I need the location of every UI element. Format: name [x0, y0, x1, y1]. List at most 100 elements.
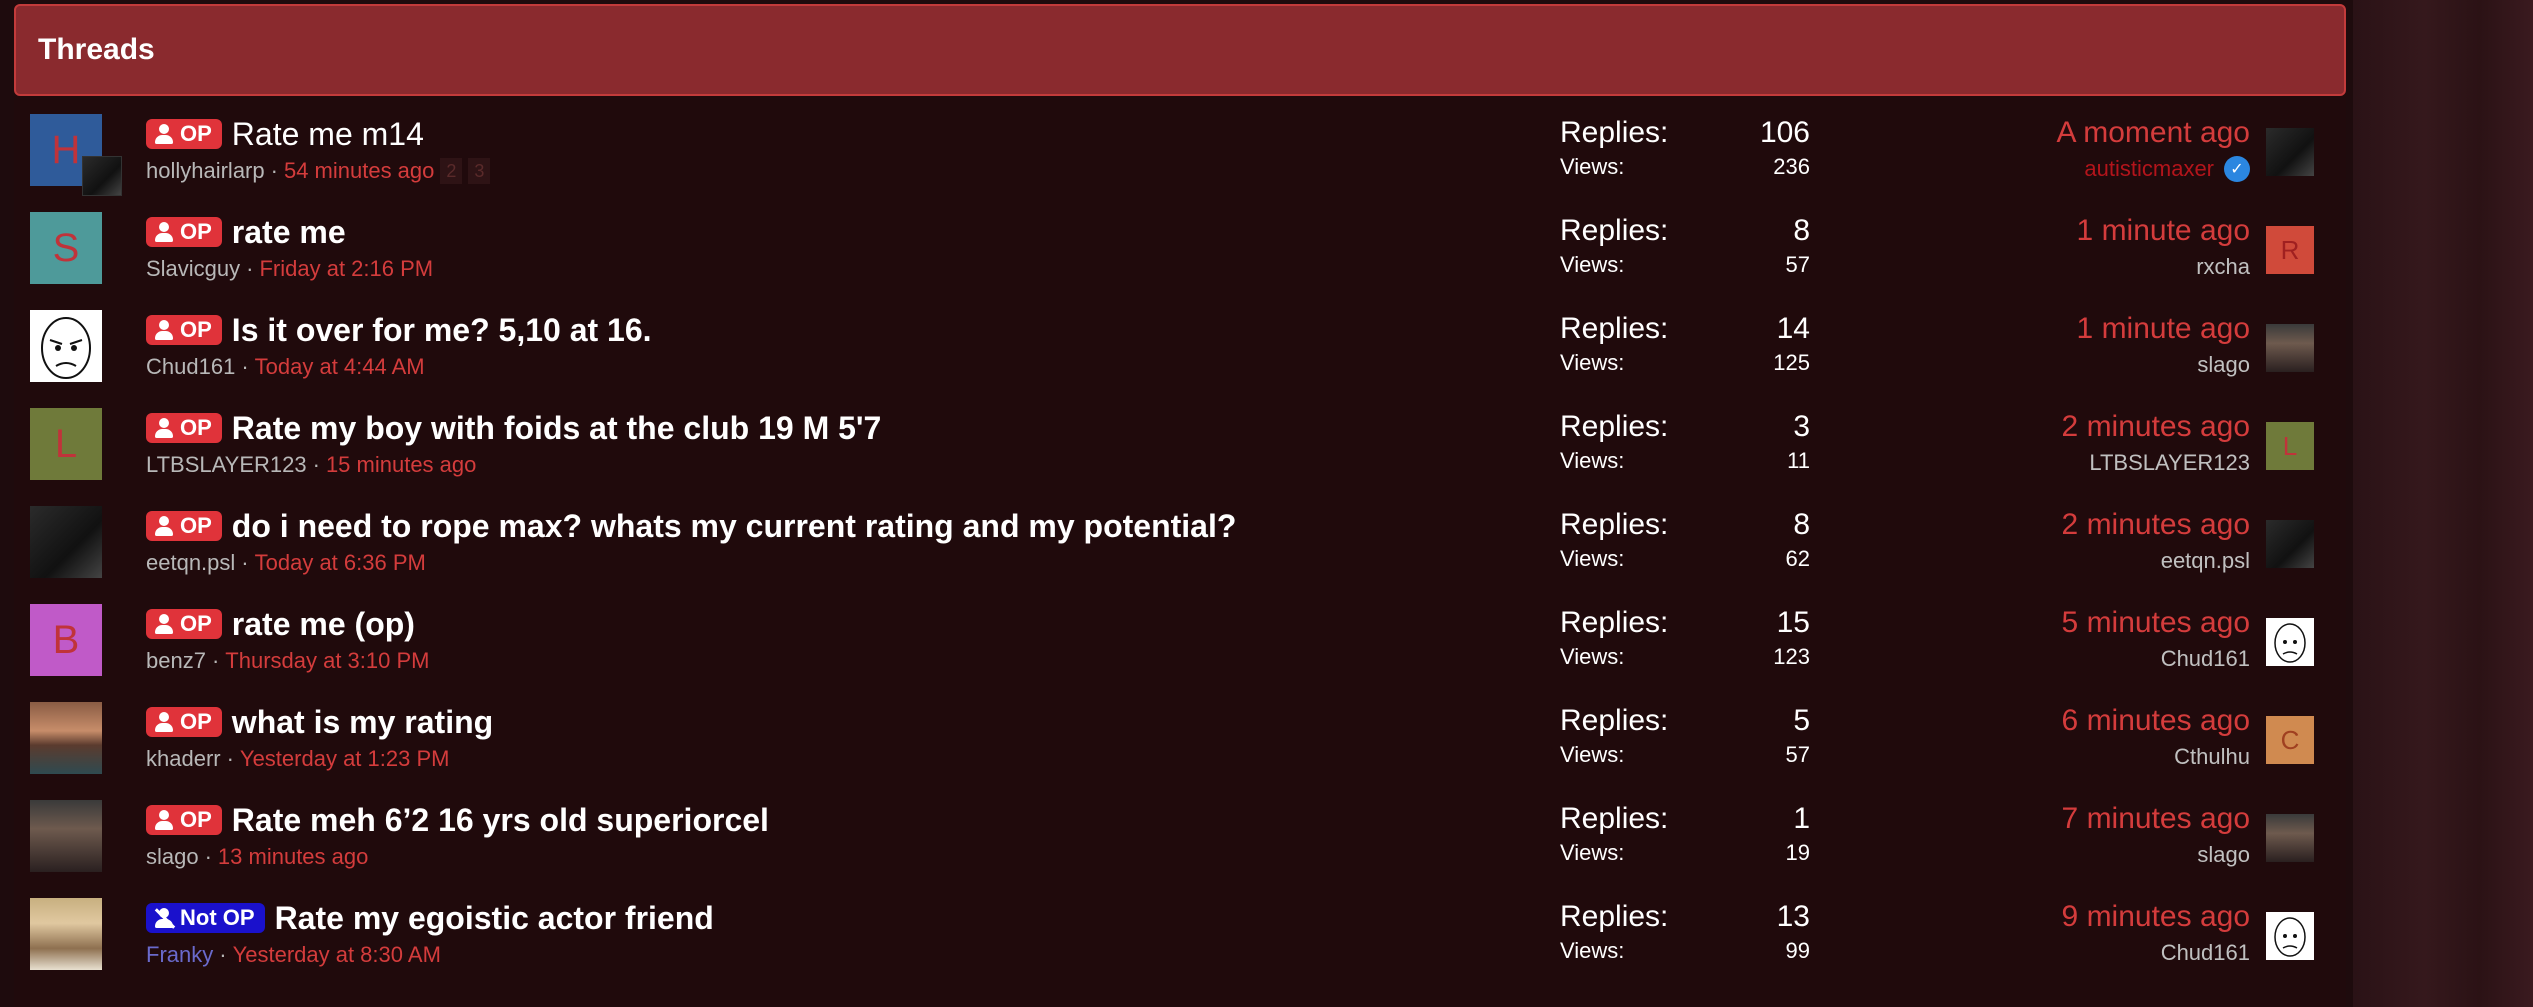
- thread-stats: Replies: 14 Views: 125: [1560, 312, 1810, 376]
- thread-author-link[interactable]: Franky: [146, 942, 213, 968]
- last-poster-mini-avatar[interactable]: [82, 156, 122, 196]
- last-post-user-link[interactable]: Chud161: [2161, 646, 2250, 672]
- replies-count: 106: [1759, 116, 1810, 149]
- thread-author-link[interactable]: benz7: [146, 648, 206, 674]
- last-post-user-link[interactable]: autisticmaxer: [2084, 156, 2214, 182]
- author-avatar[interactable]: B: [30, 604, 102, 676]
- last-post: 7 minutes ago slago: [2062, 802, 2250, 868]
- thread-author-link[interactable]: slago: [146, 844, 199, 870]
- thread-title-link[interactable]: Rate me m14: [232, 116, 424, 153]
- last-post-user-link[interactable]: rxcha: [2196, 254, 2250, 280]
- last-poster-avatar[interactable]: C: [2266, 716, 2314, 764]
- thread-title-link[interactable]: Rate meh 6’2 16 yrs old superiorcel: [232, 802, 769, 839]
- thread-row[interactable]: OP Is it over for me? 5,10 at 16. Chud16…: [14, 300, 2346, 398]
- thread-author-link[interactable]: Slavicguy: [146, 256, 240, 282]
- thread-date-link[interactable]: 54 minutes ago: [284, 158, 434, 184]
- thread-title-link[interactable]: Rate my boy with foids at the club 19 M …: [232, 410, 882, 447]
- views-label: Views:: [1560, 546, 1625, 571]
- last-post-time-link[interactable]: 5 minutes ago: [2062, 606, 2250, 640]
- page-link[interactable]: 3: [468, 158, 491, 184]
- thread-title-link[interactable]: do i need to rope max? whats my current …: [232, 508, 1237, 545]
- last-post-user: Chud161: [2062, 940, 2250, 966]
- thread-row[interactable]: OP Rate meh 6’2 16 yrs old superiorcel s…: [14, 790, 2346, 888]
- thread-meta: LTBSLAYER123 · 15 minutes ago: [146, 452, 476, 478]
- views-label: Views:: [1560, 840, 1625, 865]
- last-post-user: Cthulhu: [2062, 744, 2250, 770]
- thread-row[interactable]: S OP rate me Slavicguy · Friday at 2:16 …: [14, 202, 2346, 300]
- thread-title-link[interactable]: rate me (op): [232, 606, 415, 643]
- views-count: 236: [1773, 154, 1810, 179]
- thread-date-link[interactable]: Today at 4:44 AM: [255, 354, 425, 380]
- thread-date-link[interactable]: 13 minutes ago: [218, 844, 368, 870]
- last-post-time-link[interactable]: A moment ago: [2057, 116, 2250, 150]
- replies-label: Replies:: [1560, 704, 1669, 737]
- section-title: Threads: [38, 33, 155, 66]
- author-avatar[interactable]: [30, 800, 102, 872]
- page-background-right: [2353, 0, 2533, 1007]
- last-poster-avatar[interactable]: [2266, 128, 2314, 176]
- thread-author-link[interactable]: Chud161: [146, 354, 235, 380]
- replies-label: Replies:: [1560, 606, 1669, 639]
- avatar-letter: H: [51, 127, 81, 172]
- thread-author-link[interactable]: hollyhairlarp: [146, 158, 265, 184]
- thread-author-link[interactable]: khaderr: [146, 746, 221, 772]
- last-post-time-link[interactable]: 6 minutes ago: [2062, 704, 2250, 738]
- last-poster-avatar[interactable]: R: [2266, 226, 2314, 274]
- thread-title-link[interactable]: Rate my egoistic actor friend: [275, 900, 714, 937]
- thread-author-link[interactable]: LTBSLAYER123: [146, 452, 307, 478]
- thread-row[interactable]: Not OP Rate my egoistic actor friend Fra…: [14, 888, 2346, 986]
- last-poster-avatar[interactable]: [2266, 520, 2314, 568]
- meta-separator: ·: [219, 942, 227, 967]
- avatar-letter: S: [52, 225, 80, 270]
- last-post-time-link[interactable]: 1 minute ago: [2077, 312, 2250, 346]
- thread-meta: hollyhairlarp · 54 minutes ago 2 3: [146, 158, 491, 184]
- thread-date-link[interactable]: Yesterday at 8:30 AM: [233, 942, 441, 968]
- thread-row[interactable]: L OP Rate my boy with foids at the club …: [14, 398, 2346, 496]
- thread-date-link[interactable]: Today at 6:36 PM: [255, 550, 426, 576]
- thread-title-link[interactable]: Is it over for me? 5,10 at 16.: [232, 312, 652, 349]
- author-avatar[interactable]: [30, 310, 102, 382]
- last-post-time-link[interactable]: 2 minutes ago: [2062, 508, 2250, 542]
- author-avatar[interactable]: [30, 898, 102, 970]
- thread-author-link[interactable]: eetqn.psl: [146, 550, 235, 576]
- last-poster-avatar[interactable]: [2266, 814, 2314, 862]
- page-link[interactable]: 2: [440, 158, 463, 184]
- thread-date-link[interactable]: Friday at 2:16 PM: [259, 256, 433, 282]
- last-poster-avatar[interactable]: L: [2266, 422, 2314, 470]
- last-poster-avatar[interactable]: [2266, 324, 2314, 372]
- last-post-time-link[interactable]: 7 minutes ago: [2062, 802, 2250, 836]
- replies-label: Replies:: [1560, 312, 1669, 345]
- thread-row[interactable]: H OP Rate me m14 hollyhairlarp · 54 minu…: [14, 104, 2346, 202]
- thread-date-link[interactable]: 15 minutes ago: [326, 452, 476, 478]
- views-label: Views:: [1560, 350, 1625, 375]
- views-count: 57: [1785, 742, 1810, 767]
- thread-title-line: Not OP Rate my egoistic actor friend: [146, 898, 714, 938]
- last-poster-avatar[interactable]: [2266, 618, 2314, 666]
- last-post-user-link[interactable]: Chud161: [2161, 940, 2250, 966]
- replies-count: 13: [1776, 900, 1810, 933]
- thread-row[interactable]: OP do i need to rope max? whats my curre…: [14, 496, 2346, 594]
- thread-date-link[interactable]: Yesterday at 1:23 PM: [240, 746, 450, 772]
- thread-date-link[interactable]: Thursday at 3:10 PM: [225, 648, 429, 674]
- last-post-user-link[interactable]: eetqn.psl: [2161, 548, 2250, 574]
- last-post-time-link[interactable]: 9 minutes ago: [2062, 900, 2250, 934]
- last-post: 1 minute ago rxcha: [2077, 214, 2250, 280]
- author-avatar[interactable]: S: [30, 212, 102, 284]
- thread-row[interactable]: B OP rate me (op) benz7 · Thursday at 3:…: [14, 594, 2346, 692]
- last-poster-avatar[interactable]: [2266, 912, 2314, 960]
- author-avatar[interactable]: [30, 506, 102, 578]
- last-post-user-link[interactable]: LTBSLAYER123: [2089, 450, 2250, 476]
- last-post: 5 minutes ago Chud161: [2062, 606, 2250, 672]
- thread-row[interactable]: OP what is my rating khaderr · Yesterday…: [14, 692, 2346, 790]
- author-avatar[interactable]: [30, 702, 102, 774]
- thread-title-link[interactable]: rate me: [232, 214, 346, 251]
- author-avatar[interactable]: L: [30, 408, 102, 480]
- thread-title-link[interactable]: what is my rating: [232, 704, 493, 741]
- last-post-user-link[interactable]: Cthulhu: [2174, 744, 2250, 770]
- thread-title-line: OP do i need to rope max? whats my curre…: [146, 506, 1236, 546]
- last-post-time-link[interactable]: 2 minutes ago: [2062, 410, 2250, 444]
- last-post-time-link[interactable]: 1 minute ago: [2077, 214, 2250, 248]
- user-icon: [154, 124, 174, 144]
- last-post-user-link[interactable]: slago: [2197, 352, 2250, 378]
- last-post-user-link[interactable]: slago: [2197, 842, 2250, 868]
